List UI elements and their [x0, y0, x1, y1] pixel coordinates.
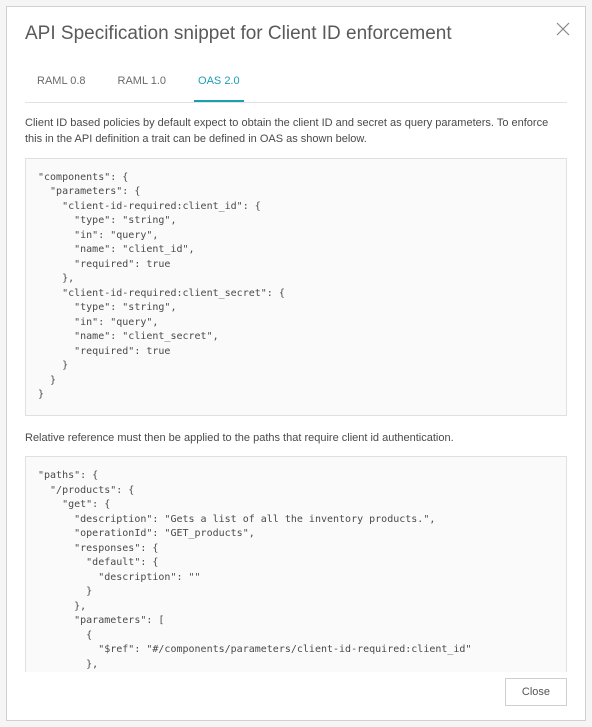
code-block-paths: "paths": { "/products": { "get": { "desc…: [25, 456, 567, 672]
modal-api-spec-snippet: API Specification snippet for Client ID …: [6, 6, 586, 721]
code-block-components: "components": { "parameters": { "client-…: [25, 158, 567, 416]
close-icon[interactable]: [555, 21, 571, 37]
tab-raml-08[interactable]: RAML 0.8: [33, 73, 90, 102]
tab-oas-20[interactable]: OAS 2.0: [194, 73, 244, 102]
modal-footer: Close: [7, 672, 585, 720]
tab-bar: RAML 0.8 RAML 1.0 OAS 2.0: [25, 73, 567, 103]
close-button[interactable]: Close: [505, 678, 567, 706]
modal-header: API Specification snippet for Client ID …: [7, 7, 585, 73]
intro-paragraph: Client ID based policies by default expe…: [25, 115, 567, 148]
modal-content: RAML 0.8 RAML 1.0 OAS 2.0 Client ID base…: [7, 73, 585, 672]
mid-paragraph: Relative reference must then be applied …: [25, 430, 567, 447]
tab-raml-10[interactable]: RAML 1.0: [114, 73, 171, 102]
modal-title: API Specification snippet for Client ID …: [25, 23, 567, 45]
